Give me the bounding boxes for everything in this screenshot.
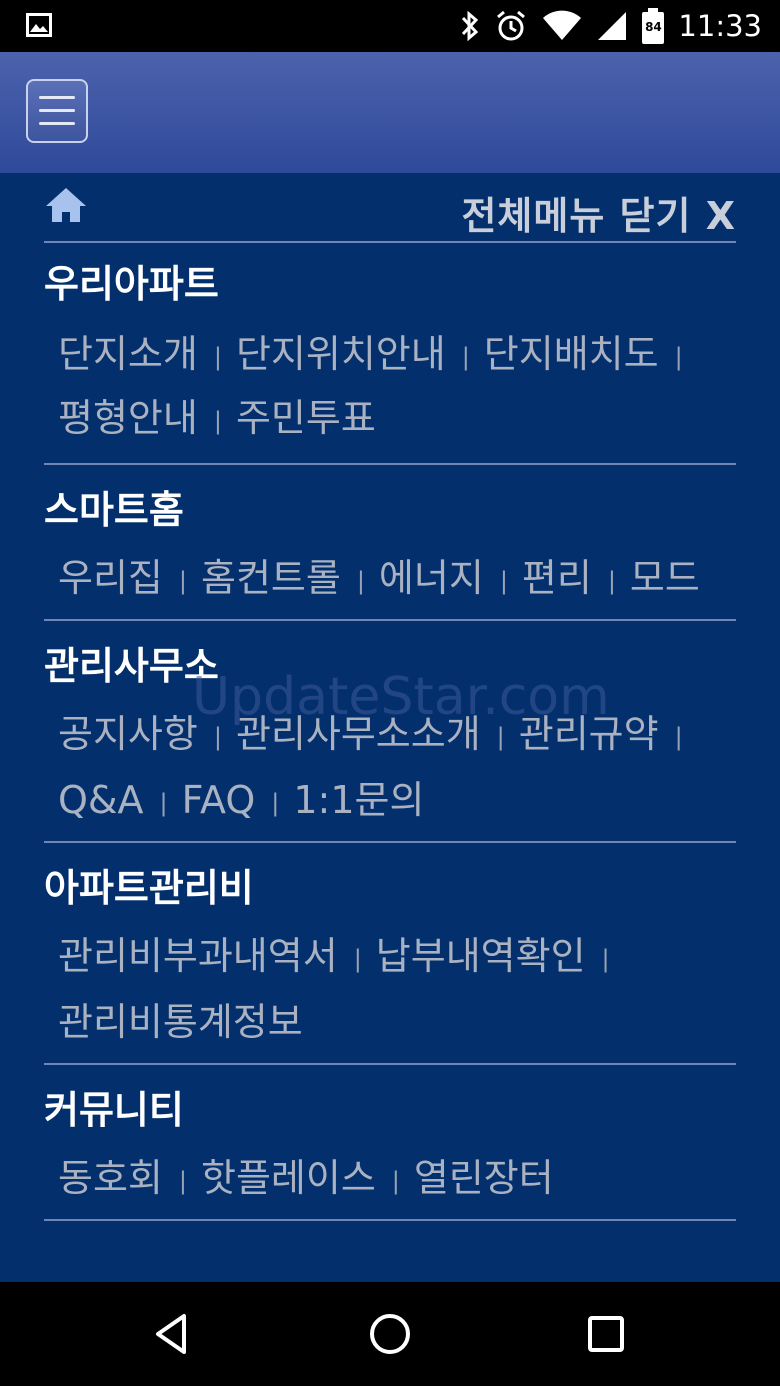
clock: 11:33 [678,9,762,43]
separator: | [213,723,222,751]
menu-link-fee-statistics[interactable]: 관리비통계정보 [58,1000,303,1044]
menu-link-energy[interactable]: 에너지 [379,556,484,600]
status-bar: 84 11:33 [0,0,780,52]
menu-link-notices[interactable]: 공지사항 [58,712,198,756]
menu-link-fee-statement[interactable]: 관리비부과내역서 [58,934,338,978]
separator: | [601,945,610,973]
link-row: Q&A | FAQ | 1:1문의 [58,769,424,824]
separator: | [607,567,616,595]
section-title: 관리사무소 [44,644,219,688]
menu-link-clubs[interactable]: 동호회 [58,1156,163,1200]
recents-icon[interactable] [582,1310,630,1358]
section-our-apartment: 우리아파트 단지소개 | 단지위치안내 | 단지배치도 | 평형안내 | 주민투표 [44,241,736,465]
full-menu-panel: 전체메뉴 닫기 X 우리아파트 단지소개 | 단지위치안내 | 단지배치도 | 평형안내 |… [0,173,780,1282]
separator: | [213,343,222,371]
menu-link-home-control[interactable]: 홈컨트롤 [201,556,341,600]
bluetooth-icon [462,10,479,42]
section-title: 스마트홈 [44,488,184,532]
menu-link-payment-history[interactable]: 납부내역확인 [376,934,586,978]
menu-link-open-market[interactable]: 열린장터 [414,1156,554,1200]
battery-level: 84 [645,20,662,34]
battery-icon: 84 [642,8,665,44]
alarm-icon [497,10,526,41]
link-row: 동호회 | 핫플레이스 | 열린장터 [58,1147,554,1202]
link-row: 공지사항 | 관리사무소소개 | 관리규약 | [58,703,697,758]
section-community: 커뮤니티 동호회 | 핫플레이스 | 열린장터 [44,1065,736,1221]
app-header [0,52,780,173]
menu-link-convenience[interactable]: 편리 [522,556,592,600]
home-icon[interactable] [44,185,88,225]
separator: | [356,567,365,595]
menu-link-resident-vote[interactable]: 주민투표 [236,396,376,440]
separator: | [461,343,470,371]
separator: | [499,567,508,595]
home-circle-icon[interactable] [366,1310,414,1358]
signal-icon [598,12,627,40]
separator: | [496,723,505,751]
menu-link-floor-plans[interactable]: 평형안내 [58,396,198,440]
separator: | [271,789,280,817]
separator: | [674,723,683,751]
link-row: 관리비통계정보 [58,991,303,1046]
close-menu-button[interactable]: 전체메뉴 닫기 X [461,185,736,240]
separator: | [213,407,222,435]
section-title: 우리아파트 [44,262,219,306]
menu-link-one-to-one-inquiry[interactable]: 1:1문의 [293,778,424,822]
separator: | [674,343,683,371]
separator: | [178,567,187,595]
menu-link-office-intro[interactable]: 관리사무소소개 [236,712,481,756]
section-title: 아파트관리비 [44,866,254,910]
link-row: 평형안내 | 주민투표 [58,387,376,442]
menu-link-hot-places[interactable]: 핫플레이스 [201,1156,376,1200]
menu-link-faq[interactable]: FAQ [182,778,256,822]
separator: | [391,1167,400,1195]
menu-link-layout[interactable]: 단지배치도 [484,332,659,376]
menu-link-complex-intro[interactable]: 단지소개 [58,332,198,376]
hamburger-menu-icon[interactable] [26,79,88,143]
panel-top-bar: 전체메뉴 닫기 X [44,173,736,243]
wifi-icon [543,10,582,40]
separator: | [178,1167,187,1195]
section-smart-home: 스마트홈 우리집 | 홈컨트롤 | 에너지 | 편리 | 모드 [44,465,736,621]
link-row: 우리집 | 홈컨트롤 | 에너지 | 편리 | 모드 [58,547,700,602]
link-row: 관리비부과내역서 | 납부내역확인 | [58,925,624,980]
menu-link-location[interactable]: 단지위치안내 [236,332,446,376]
section-management-office: 관리사무소 공지사항 | 관리사무소소개 | 관리규약 | Q&A | FAQ | 1:1문의 [44,621,736,843]
menu-link-my-home[interactable]: 우리집 [58,556,163,600]
section-management-fee: 아파트관리비 관리비부과내역서 | 납부내역확인 | 관리비통계정보 [44,843,736,1065]
image-icon [26,13,52,37]
navigation-bar [0,1282,780,1386]
back-icon[interactable] [150,1310,198,1358]
menu-link-regulations[interactable]: 관리규약 [519,712,659,756]
link-row: 단지소개 | 단지위치안내 | 단지배치도 | [58,323,697,378]
separator: | [353,945,362,973]
section-title: 커뮤니티 [44,1088,184,1132]
separator: | [159,789,168,817]
menu-link-qna[interactable]: Q&A [58,778,144,822]
menu-link-mode[interactable]: 모드 [630,556,700,600]
